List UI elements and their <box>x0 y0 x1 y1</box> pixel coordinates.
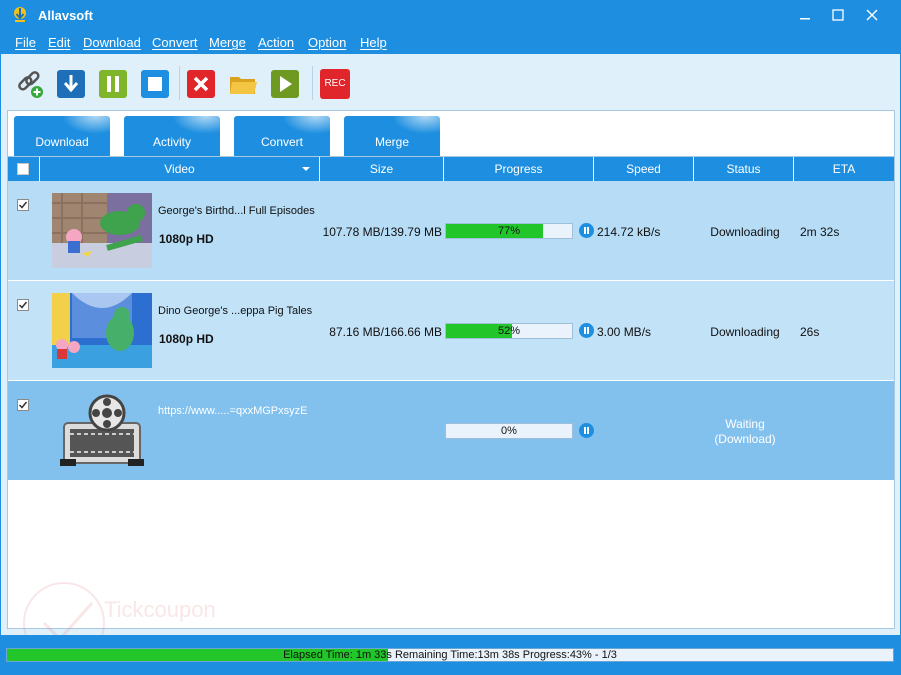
header-size[interactable]: Size <box>320 157 444 181</box>
video-quality: 1080p HD <box>159 332 214 346</box>
pause-icon[interactable] <box>579 223 594 238</box>
tab-container: Download Activity Convert Merge <box>7 110 895 158</box>
video-size: 107.78 MB/139.79 MB <box>322 225 442 239</box>
header-progress[interactable]: Progress <box>444 157 594 181</box>
play-icon[interactable] <box>270 69 300 99</box>
download-icon[interactable] <box>56 69 86 99</box>
video-thumbnail <box>52 293 152 368</box>
header-video[interactable]: Video <box>40 157 320 181</box>
progress-bar: 77% <box>445 223 573 239</box>
maximize-icon[interactable] <box>823 4 853 26</box>
download-status: Downloading <box>710 325 780 339</box>
row-checkbox[interactable] <box>17 399 29 411</box>
row-checkbox[interactable] <box>17 299 29 311</box>
toolbar-separator <box>312 66 313 100</box>
header-status[interactable]: Status <box>694 157 794 181</box>
header-speed[interactable]: Speed <box>594 157 694 181</box>
select-all-checkbox[interactable] <box>17 163 29 175</box>
row-checkbox[interactable] <box>17 199 29 211</box>
progress-text: 0% <box>501 425 517 437</box>
content-area: Video Size Progress Speed Status ETA Geo… <box>0 156 901 635</box>
menu-edit[interactable]: Edit <box>48 35 70 50</box>
menu-bar: File Edit Download Convert Merge Action … <box>0 30 901 54</box>
video-url: https://www.....=qxxMGPxsyzE <box>158 405 308 417</box>
tab-activity[interactable]: Activity <box>124 116 220 158</box>
open-folder-icon[interactable] <box>228 69 258 99</box>
status-line: (Download) <box>714 432 776 446</box>
check-icon <box>18 401 28 409</box>
menu-option[interactable]: Option <box>308 35 346 50</box>
menu-merge[interactable]: Merge <box>209 35 246 50</box>
window-title: Allavsoft <box>38 8 93 23</box>
tab-strip: Download Activity Convert Merge <box>0 110 901 158</box>
progress-bar: 0% <box>445 423 573 439</box>
download-speed: 214.72 kB/s <box>597 225 661 239</box>
table-row[interactable]: Dino George's ...eppa Pig Tales 1080p HD… <box>8 281 894 381</box>
stop-icon[interactable] <box>140 69 170 99</box>
download-speed: 3.00 MB/s <box>597 325 652 339</box>
download-eta: 26s <box>800 325 820 339</box>
add-url-icon[interactable] <box>15 69 45 99</box>
tab-label: Merge <box>374 135 409 149</box>
tab-label: Download <box>35 135 89 149</box>
video-size: 87.16 MB/166.66 MB <box>329 325 442 339</box>
toolbar: REC <box>0 54 901 110</box>
overall-progress-bar: Elapsed Time: 1m 33s Remaining Time:13m … <box>6 648 894 662</box>
rec-label: REC <box>324 78 346 89</box>
menu-convert[interactable]: Convert <box>152 35 198 50</box>
header-eta[interactable]: ETA <box>794 157 894 181</box>
record-icon[interactable]: REC <box>320 69 350 99</box>
title-bar: Allavsoft <box>0 0 901 30</box>
video-thumbnail <box>52 193 152 268</box>
table-row[interactable]: https://www.....=qxxMGPxsyzE 0% Waiting … <box>8 381 894 481</box>
overall-progress-text: Elapsed Time: 1m 33s Remaining Time:13m … <box>283 649 617 661</box>
tab-label: Activity <box>152 135 191 149</box>
pause-all-icon[interactable] <box>98 69 128 99</box>
pause-icon[interactable] <box>579 423 594 438</box>
download-eta: 2m 32s <box>800 225 840 239</box>
video-title: George's Birthd...l Full Episodes <box>158 205 315 217</box>
tab-label: Convert <box>260 135 304 149</box>
tab-merge[interactable]: Merge <box>344 116 440 158</box>
progress-bar: 52% <box>445 323 573 339</box>
progress-text: 77% <box>497 225 521 237</box>
download-status: Downloading <box>710 225 780 239</box>
tab-download[interactable]: Download <box>14 116 110 158</box>
download-status: Waiting (Download) <box>695 417 795 447</box>
menu-file[interactable]: File <box>15 35 36 50</box>
download-list: Video Size Progress Speed Status ETA Geo… <box>7 156 895 629</box>
minimize-icon[interactable] <box>790 4 820 26</box>
watermark-text: Tickcoupon <box>104 597 216 622</box>
tab-convert[interactable]: Convert <box>234 116 330 158</box>
film-reel-icon <box>60 394 144 466</box>
pause-icon[interactable] <box>579 323 594 338</box>
check-icon <box>18 301 28 309</box>
toolbar-separator <box>179 66 180 100</box>
menu-action[interactable]: Action <box>258 35 294 50</box>
check-icon <box>18 201 28 209</box>
status-bar: Elapsed Time: 1m 33s Remaining Time:13m … <box>0 635 901 675</box>
menu-help[interactable]: Help <box>360 35 387 50</box>
sort-desc-icon[interactable] <box>302 167 310 171</box>
progress-text: 52% <box>497 325 521 337</box>
delete-icon[interactable] <box>186 69 216 99</box>
status-line: Waiting <box>725 417 765 431</box>
video-title: Dino George's ...eppa Pig Tales <box>158 305 313 317</box>
header-select-all <box>8 157 40 181</box>
app-logo-icon <box>14 7 26 22</box>
table-header: Video Size Progress Speed Status ETA <box>8 157 894 181</box>
menu-download[interactable]: Download <box>83 35 141 50</box>
close-icon[interactable] <box>857 4 887 26</box>
video-quality: 1080p HD <box>159 232 214 246</box>
table-row[interactable]: George's Birthd...l Full Episodes 1080p … <box>8 181 894 281</box>
